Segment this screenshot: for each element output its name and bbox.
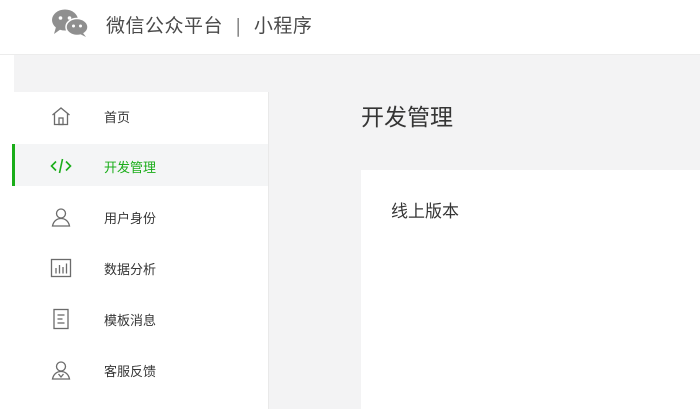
customer-service-icon bbox=[51, 361, 71, 380]
top-bar: 微信公众平台 | 小程序 bbox=[0, 0, 700, 55]
sidebar-item-user-identity[interactable]: 用户身份 bbox=[14, 195, 268, 237]
user-icon bbox=[51, 208, 71, 227]
sidebar-item-dev-management[interactable]: 开发管理 bbox=[12, 144, 268, 186]
brand-name: 微信公众平台 bbox=[106, 15, 224, 37]
document-icon bbox=[53, 308, 69, 330]
page-title: 开发管理 bbox=[361, 105, 453, 131]
home-icon bbox=[52, 107, 70, 126]
sidebar-item-label: 用户身份 bbox=[104, 212, 157, 227]
code-icon bbox=[50, 158, 72, 174]
wechat-logo-icon bbox=[52, 9, 89, 37]
sidebar: 首页 开发管理 用户身份 数据分析 模板消息 客服反馈 bbox=[12, 92, 269, 409]
sidebar-item-label: 数据分析 bbox=[104, 263, 157, 278]
sidebar-item-label: 客服反馈 bbox=[104, 365, 157, 380]
sidebar-item-data-analysis[interactable]: 数据分析 bbox=[14, 246, 268, 288]
sidebar-item-label: 首页 bbox=[104, 111, 131, 126]
online-version-card: 线上版本 bbox=[361, 170, 700, 409]
brand[interactable]: 微信公众平台 | 小程序 bbox=[106, 11, 312, 38]
sidebar-item-label: 开发管理 bbox=[104, 161, 157, 176]
brand-separator: | bbox=[235, 15, 242, 37]
bar-chart-icon bbox=[50, 258, 72, 278]
sidebar-item-home[interactable]: 首页 bbox=[14, 94, 268, 136]
sidebar-item-template-message[interactable]: 模板消息 bbox=[14, 297, 268, 339]
sidebar-item-label: 模板消息 bbox=[104, 314, 157, 329]
sidebar-item-customer-feedback[interactable]: 客服反馈 bbox=[14, 348, 268, 390]
card-title: 线上版本 bbox=[391, 202, 459, 222]
product-name: 小程序 bbox=[253, 15, 313, 37]
